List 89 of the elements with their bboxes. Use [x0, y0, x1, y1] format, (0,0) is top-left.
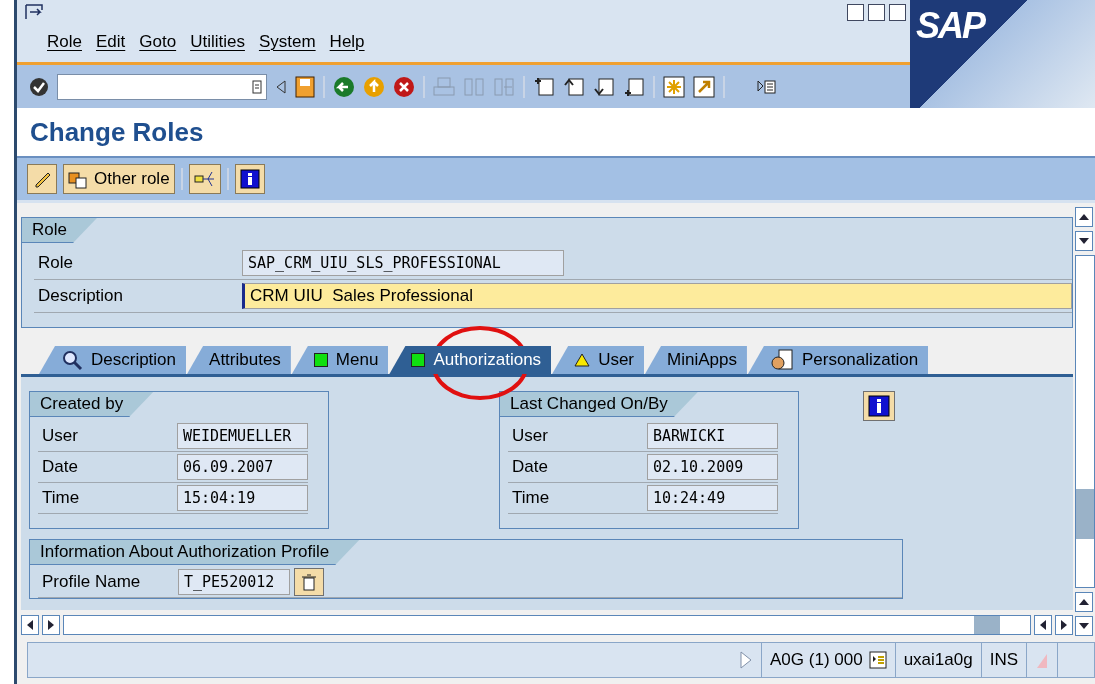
- previous-page-icon[interactable]: [563, 76, 585, 97]
- horizontal-scrollbar[interactable]: [63, 615, 1031, 635]
- menu-item[interactable]: Utilities: [190, 32, 245, 52]
- tab[interactable]: Authorizations: [389, 346, 552, 374]
- up-arrow-icon: [1079, 213, 1089, 221]
- info-icon: [868, 395, 890, 417]
- checkmark-icon[interactable]: [29, 76, 49, 97]
- scroll-down-button[interactable]: [1075, 231, 1093, 251]
- field-label: Profile Name: [41, 572, 142, 592]
- field-label: Date: [41, 457, 79, 477]
- input-field[interactable]: 10:24:49: [646, 485, 778, 511]
- logo-text: SAP: [916, 8, 985, 44]
- menu-item[interactable]: Goto: [139, 32, 177, 52]
- down-arrow-icon: [1079, 622, 1089, 630]
- input-field[interactable]: SAP_CRM_UIU_SLS_PROFESSIONAL: [242, 250, 564, 276]
- scroll-left-button[interactable]: [21, 615, 39, 635]
- tab[interactable]: User: [552, 346, 645, 374]
- input-mode: INS: [989, 650, 1018, 670]
- menu-item[interactable]: Help: [329, 32, 365, 52]
- input-field[interactable]: 06.09.2007: [176, 454, 308, 480]
- change-button[interactable]: [27, 164, 57, 194]
- group-title: Information About Authorization Profile: [30, 540, 360, 565]
- input-field[interactable]: 15:04:19: [176, 485, 308, 511]
- back-icon[interactable]: [333, 75, 355, 98]
- field-label: Date: [511, 457, 549, 477]
- right-arrow-icon: [47, 620, 55, 630]
- down-arrow-icon: [1079, 237, 1089, 245]
- info-button[interactable]: [234, 164, 265, 194]
- left-arrow-icon: [26, 620, 34, 630]
- menu-item[interactable]: Edit: [95, 32, 126, 52]
- tab[interactable]: Personalization: [747, 346, 929, 374]
- field-label: Role: [37, 253, 74, 273]
- command-field[interactable]: [57, 73, 267, 100]
- new-session-icon[interactable]: [663, 75, 685, 98]
- server-name: uxai1a0g: [903, 650, 973, 670]
- list-icon[interactable]: [868, 651, 887, 669]
- input-field[interactable]: 02.10.2009: [646, 454, 778, 480]
- input-field[interactable]: BARWICKI: [646, 423, 778, 449]
- group-title: Created by: [30, 392, 154, 417]
- person-document-icon: [769, 349, 794, 371]
- field-label: User: [41, 426, 79, 446]
- left-arrow-icon: [1039, 620, 1047, 630]
- right-arrow-icon: [1060, 620, 1068, 630]
- field-label: Time: [511, 488, 551, 508]
- menu-toggle-icon[interactable]: [25, 4, 43, 20]
- last-page-icon[interactable]: [623, 76, 645, 97]
- scroll-up-button[interactable]: [1075, 207, 1093, 227]
- scroll-right-button[interactable]: [42, 615, 60, 635]
- cancel-icon[interactable]: [393, 75, 415, 98]
- input-field[interactable]: CRM UIU Sales Professional: [242, 283, 1072, 309]
- layout-menu-icon[interactable]: [757, 78, 777, 95]
- history-icon[interactable]: [252, 79, 262, 94]
- expand-arrow-icon[interactable]: [739, 651, 754, 669]
- save-icon[interactable]: [295, 75, 315, 98]
- hierarchy-button[interactable]: [188, 164, 221, 194]
- tab[interactable]: Menu: [291, 346, 389, 374]
- scroll-up-button[interactable]: [1075, 592, 1093, 612]
- next-page-icon[interactable]: [593, 76, 615, 97]
- info-icon: [239, 169, 260, 189]
- copy-icon: [68, 169, 88, 189]
- input-field[interactable]: T_PE520012: [178, 569, 290, 595]
- menu-item[interactable]: Role: [47, 32, 82, 52]
- field-label: Time: [41, 488, 81, 508]
- back-arrow-icon[interactable]: [275, 78, 287, 95]
- warning-icon: [574, 353, 591, 367]
- delete-button[interactable]: [294, 568, 324, 596]
- branch-icon: [193, 169, 216, 189]
- scroll-right-button[interactable]: [1055, 615, 1073, 635]
- field-label: User: [511, 426, 549, 446]
- input-field[interactable]: WEIDEMUELLER: [176, 423, 308, 449]
- group-title: Role: [22, 218, 97, 243]
- field-label: Description: [37, 286, 125, 306]
- menu-item[interactable]: System: [258, 32, 316, 52]
- first-page-icon[interactable]: [533, 76, 555, 97]
- tab[interactable]: MiniApps: [645, 346, 747, 374]
- magnifier-icon: [61, 349, 83, 371]
- scroll-down-button[interactable]: [1075, 616, 1093, 636]
- system-info: A0G (1) 000: [770, 650, 863, 670]
- vertical-scrollbar[interactable]: [1075, 255, 1095, 588]
- up-arrow-icon: [1079, 598, 1089, 606]
- scroll-left-button[interactable]: [1034, 615, 1052, 635]
- group-title: Last Changed On/By: [500, 392, 698, 417]
- trash-icon: [301, 573, 317, 591]
- shortcut-icon[interactable]: [693, 75, 715, 98]
- screen-title: Change Roles: [30, 116, 204, 148]
- tab[interactable]: Description: [39, 346, 187, 374]
- info-button[interactable]: [863, 391, 895, 421]
- tab[interactable]: Attributes: [187, 346, 291, 374]
- other-role-button[interactable]: Other role: [63, 164, 175, 194]
